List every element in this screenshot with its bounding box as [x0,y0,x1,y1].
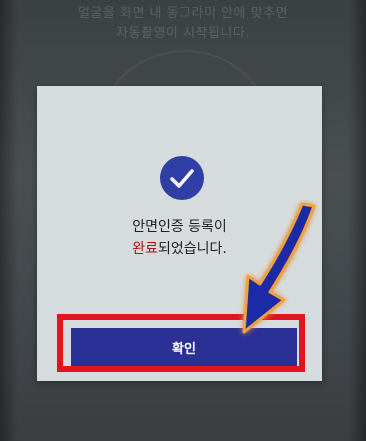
dialog-message-rest: 되었습니다. [157,241,227,257]
annotation-arrow-icon [242,202,316,334]
background-hint-line-2: 자동촬영이 시작됩니다. [116,26,250,41]
background-hint-line-1: 얼굴을 화면 내 동그라미 안에 맞추면 [77,6,289,21]
check-circle-icon [160,156,204,200]
app-screen: 얼굴을 화면 내 동그라미 안에 맞추면 자동촬영이 시작됩니다. 안면인증 등… [0,0,366,441]
completed-word: 완료 [132,241,158,257]
